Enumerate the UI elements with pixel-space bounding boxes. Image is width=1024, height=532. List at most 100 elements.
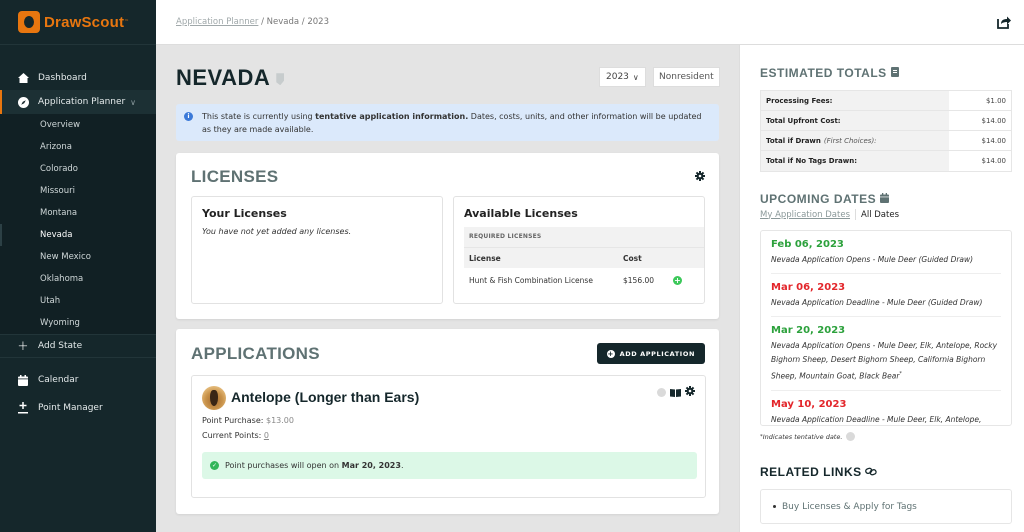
sidebar-subitem-arizona[interactable]: Arizona <box>0 136 156 158</box>
tentative-note: * Indicates tentative date. <box>760 432 856 441</box>
date-item: Mar 20, 2023 Nevada Application Opens - … <box>771 317 1001 391</box>
calendar-icon <box>17 374 29 386</box>
link-buy-licenses[interactable]: Buy Licenses & Apply for Tags <box>782 502 917 512</box>
related-links-label: RELATED LINKS <box>760 465 862 479</box>
sidebar: DrawScout ™ Dashboard Application Planner… <box>0 0 156 532</box>
sidebar-subitem-colorado[interactable]: Colorado <box>0 158 156 180</box>
logo-icon <box>18 11 40 33</box>
calendar-icon <box>879 192 889 206</box>
licenses-settings-gear-icon[interactable] <box>695 171 705 184</box>
check-circle-icon: ✓ <box>210 461 219 470</box>
totals-value: $14.00 <box>981 157 1007 165</box>
no-licenses-message: You have not yet added any licenses. <box>202 227 352 236</box>
upcoming-dates-list[interactable]: Feb 06, 2023 Nevada Application Opens - … <box>760 230 1012 426</box>
available-licenses-table: REQUIRED LICENSES License Cost Hunt & Fi… <box>464 227 704 292</box>
main-content: NEVADA 2023 ∨ Nonresident i This state i… <box>156 45 739 532</box>
status-dot-icon[interactable] <box>657 388 666 397</box>
date-value: Feb 06, 2023 <box>771 239 844 250</box>
year-select[interactable]: 2023 ∨ <box>599 67 646 87</box>
estimated-totals-title: ESTIMATED TOTALS <box>760 66 899 80</box>
application-settings-gear-icon[interactable] <box>685 386 695 399</box>
totals-row: Processing Fees: $1.00 <box>761 91 1011 111</box>
date-description: Nevada Application Deadline - Mule Deer,… <box>771 414 982 424</box>
tab-all-dates[interactable]: All Dates <box>861 210 899 220</box>
sidebar-nav: Dashboard Application Planner ∨ Overview… <box>0 66 156 422</box>
residency-select[interactable]: Nonresident <box>653 67 720 87</box>
required-licenses-heading: REQUIRED LICENSES <box>464 227 704 247</box>
sidebar-subitem-utah[interactable]: Utah <box>0 290 156 312</box>
application-title[interactable]: Antelope (Longer than Ears) <box>231 389 419 405</box>
date-item: Mar 06, 2023 Nevada Application Deadline… <box>771 274 1001 317</box>
add-application-button[interactable]: + ADD APPLICATION <box>596 343 705 364</box>
chevron-down-icon[interactable]: ∨ <box>130 98 136 107</box>
upcoming-dates-label: UPCOMING DATES <box>760 192 877 206</box>
sidebar-subitem-overview[interactable]: Overview <box>0 114 156 136</box>
your-licenses-title: Your Licenses <box>202 207 287 220</box>
sidebar-submenu: Overview Arizona Colorado Missouri Monta… <box>0 114 156 334</box>
column-license: License <box>469 253 501 263</box>
sidebar-subitem-missouri[interactable]: Missouri <box>0 180 156 202</box>
tentative-note-text: Indicates tentative date. <box>762 432 843 441</box>
sidebar-subitem-nevada[interactable]: Nevada <box>0 224 156 246</box>
current-points-link[interactable]: 0 <box>264 431 269 440</box>
point-purchase-notice: ✓ Point purchases will open on Mar 20, 2… <box>202 452 697 479</box>
point-purchase-value: $13.00 <box>265 416 294 425</box>
info-icon[interactable] <box>846 432 856 441</box>
brand-name: DrawScout <box>44 13 125 31</box>
sidebar-item-dashboard[interactable]: Dashboard <box>0 66 156 90</box>
plus-minus-icon <box>17 402 29 414</box>
sidebar-item-label: Application Planner <box>38 97 126 107</box>
estimated-totals-table: Processing Fees: $1.00 Total Upfront Cos… <box>760 90 1012 172</box>
tab-divider <box>855 209 857 220</box>
info-icon: i <box>184 112 193 121</box>
add-license-plus-icon[interactable]: + <box>673 275 682 285</box>
applications-card: APPLICATIONS + ADD APPLICATION Antelope … <box>176 329 719 514</box>
date-item: Feb 06, 2023 Nevada Application Opens - … <box>771 231 1001 274</box>
license-cost: $156.00 <box>623 275 655 285</box>
table-header: License Cost <box>464 247 704 268</box>
top-bar: Application Planner / Nevada / 2023 <box>156 0 1024 45</box>
add-application-label: ADD APPLICATION <box>619 349 695 358</box>
licenses-card: LICENSES Your Licenses You have not yet … <box>176 153 719 319</box>
totals-label: Total if No Tags Drawn: <box>761 151 949 171</box>
trademark: ™ <box>124 19 130 25</box>
date-description: Nevada Application Opens - Mule Deer (Gu… <box>771 255 974 264</box>
tentative-mark: * <box>899 371 902 377</box>
application-item: Antelope (Longer than Ears) Point Purcha… <box>191 375 706 498</box>
state-name: NEVADA <box>176 65 271 90</box>
sidebar-item-application-planner[interactable]: Application Planner ∨ <box>0 90 156 114</box>
breadcrumb: Application Planner / Nevada / 2023 <box>176 17 329 27</box>
current-points-line: Current Points: 0 <box>202 431 269 440</box>
plus-circle-icon: + <box>606 349 615 358</box>
sidebar-subitem-wyoming[interactable]: Wyoming <box>0 312 156 334</box>
available-licenses-panel: Available Licenses REQUIRED LICENSES Lic… <box>453 196 705 304</box>
sidebar-item-calendar[interactable]: Calendar <box>0 366 156 394</box>
breadcrumb-link-application-planner[interactable]: Application Planner <box>176 17 258 27</box>
totals-value: $14.00 <box>981 116 1007 125</box>
page-title: NEVADA <box>176 65 285 91</box>
logo[interactable]: DrawScout ™ <box>0 0 156 45</box>
tab-my-application-dates[interactable]: My Application Dates <box>760 210 850 220</box>
totals-value: $1.00 <box>985 96 1006 105</box>
sidebar-subitem-new-mexico[interactable]: New Mexico <box>0 246 156 268</box>
application-actions <box>657 386 695 399</box>
link-icon <box>865 465 878 479</box>
plus-icon: + <box>17 338 29 354</box>
sidebar-subitem-montana[interactable]: Montana <box>0 202 156 224</box>
your-licenses-panel: Your Licenses You have not yet added any… <box>191 196 443 304</box>
add-state-button[interactable]: + Add State <box>0 334 156 358</box>
share-icon[interactable] <box>996 14 1012 30</box>
book-icon[interactable] <box>670 388 681 397</box>
date-item: May 10, 2023 Nevada Application Deadline… <box>771 391 1001 426</box>
related-links-list: Buy Licenses & Apply for Tags <box>760 489 1012 524</box>
upcoming-dates-title: UPCOMING DATES <box>760 192 889 206</box>
sidebar-subitem-oklahoma[interactable]: Oklahoma <box>0 268 156 290</box>
sidebar-item-point-manager[interactable]: Point Manager <box>0 394 156 422</box>
totals-label: Total if Drawn (First Choices): <box>761 131 949 150</box>
related-links-title: RELATED LINKS <box>760 465 878 479</box>
totals-label: Total Upfront Cost: <box>761 111 949 130</box>
point-purchase-label: Point Purchase: <box>202 416 266 425</box>
dates-filter-tabs: My Application Dates All Dates <box>760 209 899 220</box>
column-cost: Cost <box>623 253 642 263</box>
point-purchase-line: Point Purchase: $13.00 <box>202 416 294 425</box>
